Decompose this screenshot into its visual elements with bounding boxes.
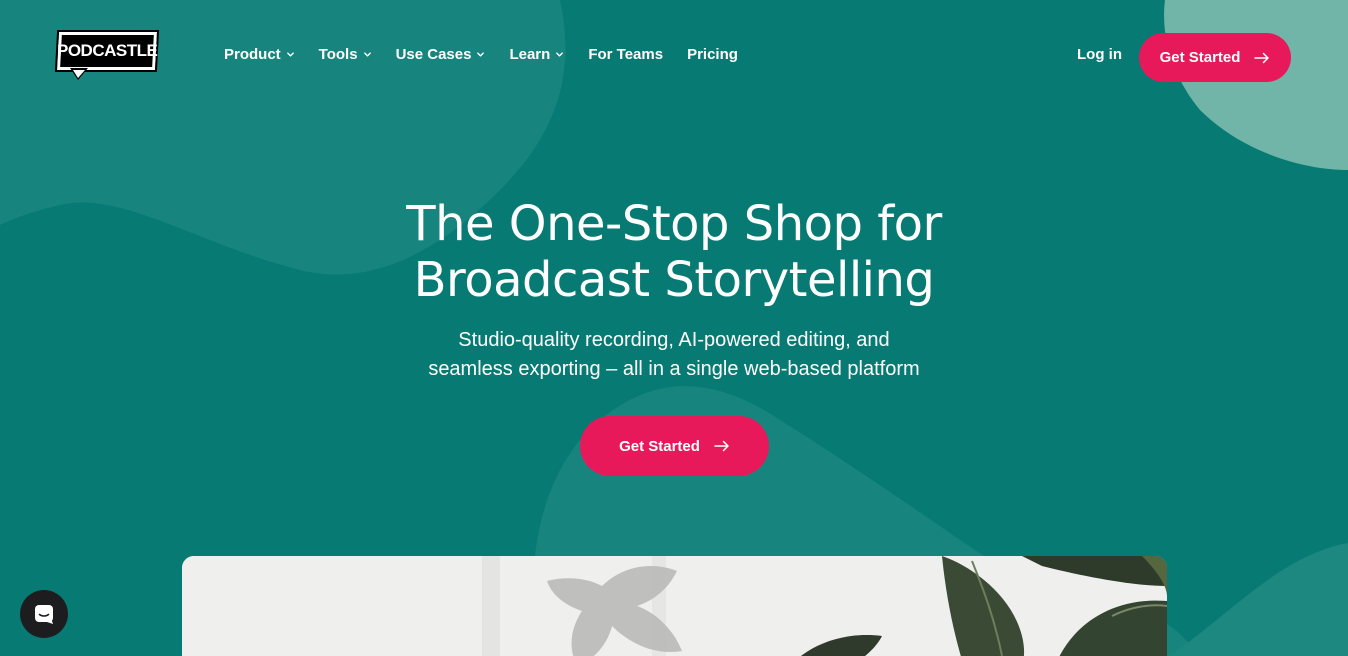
button-label: Get Started (1159, 49, 1241, 66)
chevron-down-icon (476, 50, 485, 59)
chat-launcher-button[interactable] (20, 590, 68, 638)
chevron-down-icon (555, 50, 564, 59)
chat-icon (35, 605, 53, 624)
nav-item-label: Pricing (687, 46, 738, 63)
chevron-down-icon (363, 50, 372, 59)
hero-get-started-button[interactable]: Get Started (580, 416, 769, 476)
main-nav: Product Tools Use Cases Learn For Teams (224, 46, 738, 63)
hero-subtitle: Studio-quality recording, AI-powered edi… (0, 326, 1348, 384)
hero-subtitle-line: seamless exporting – all in a single web… (428, 358, 920, 380)
nav-item-learn[interactable]: Learn (509, 46, 564, 63)
podcastle-logo[interactable]: PODCASTLE (54, 30, 160, 82)
hero-title: The One-Stop Shop for Broadcast Storytel… (0, 196, 1348, 308)
nav-item-label: Learn (509, 46, 551, 63)
nav-item-product[interactable]: Product (224, 46, 295, 63)
hero-media-image (182, 556, 1167, 656)
nav-item-tools[interactable]: Tools (319, 46, 372, 63)
button-label: Get Started (619, 437, 700, 455)
logo-speech-tail-inner (73, 70, 85, 78)
hero-title-line: The One-Stop Shop for (406, 196, 942, 252)
nav-item-label: Use Cases (395, 46, 472, 63)
logo-box: PODCASTLE (54, 30, 160, 72)
site-header: PODCASTLE Product Tools Use Cases Learn (0, 0, 1348, 114)
chevron-down-icon (286, 50, 295, 59)
hero-subtitle-line: Studio-quality recording, AI-powered edi… (458, 329, 890, 351)
login-link[interactable]: Log in (1077, 46, 1122, 63)
hero-section: The One-Stop Shop for Broadcast Storytel… (0, 196, 1348, 476)
nav-item-for-teams[interactable]: For Teams (588, 46, 663, 63)
arrow-right-icon (1254, 52, 1270, 64)
nav-item-label: Product (224, 46, 281, 63)
logo-text: PODCASTLE (56, 41, 158, 60)
nav-item-label: For Teams (588, 46, 664, 63)
nav-item-label: Tools (318, 46, 358, 63)
nav-item-use-cases[interactable]: Use Cases (396, 46, 486, 63)
arrow-right-icon (714, 440, 730, 452)
header-get-started-button[interactable]: Get Started (1139, 33, 1291, 82)
nav-item-pricing[interactable]: Pricing (687, 46, 738, 63)
hero-title-line: Broadcast Storytelling (413, 252, 935, 308)
